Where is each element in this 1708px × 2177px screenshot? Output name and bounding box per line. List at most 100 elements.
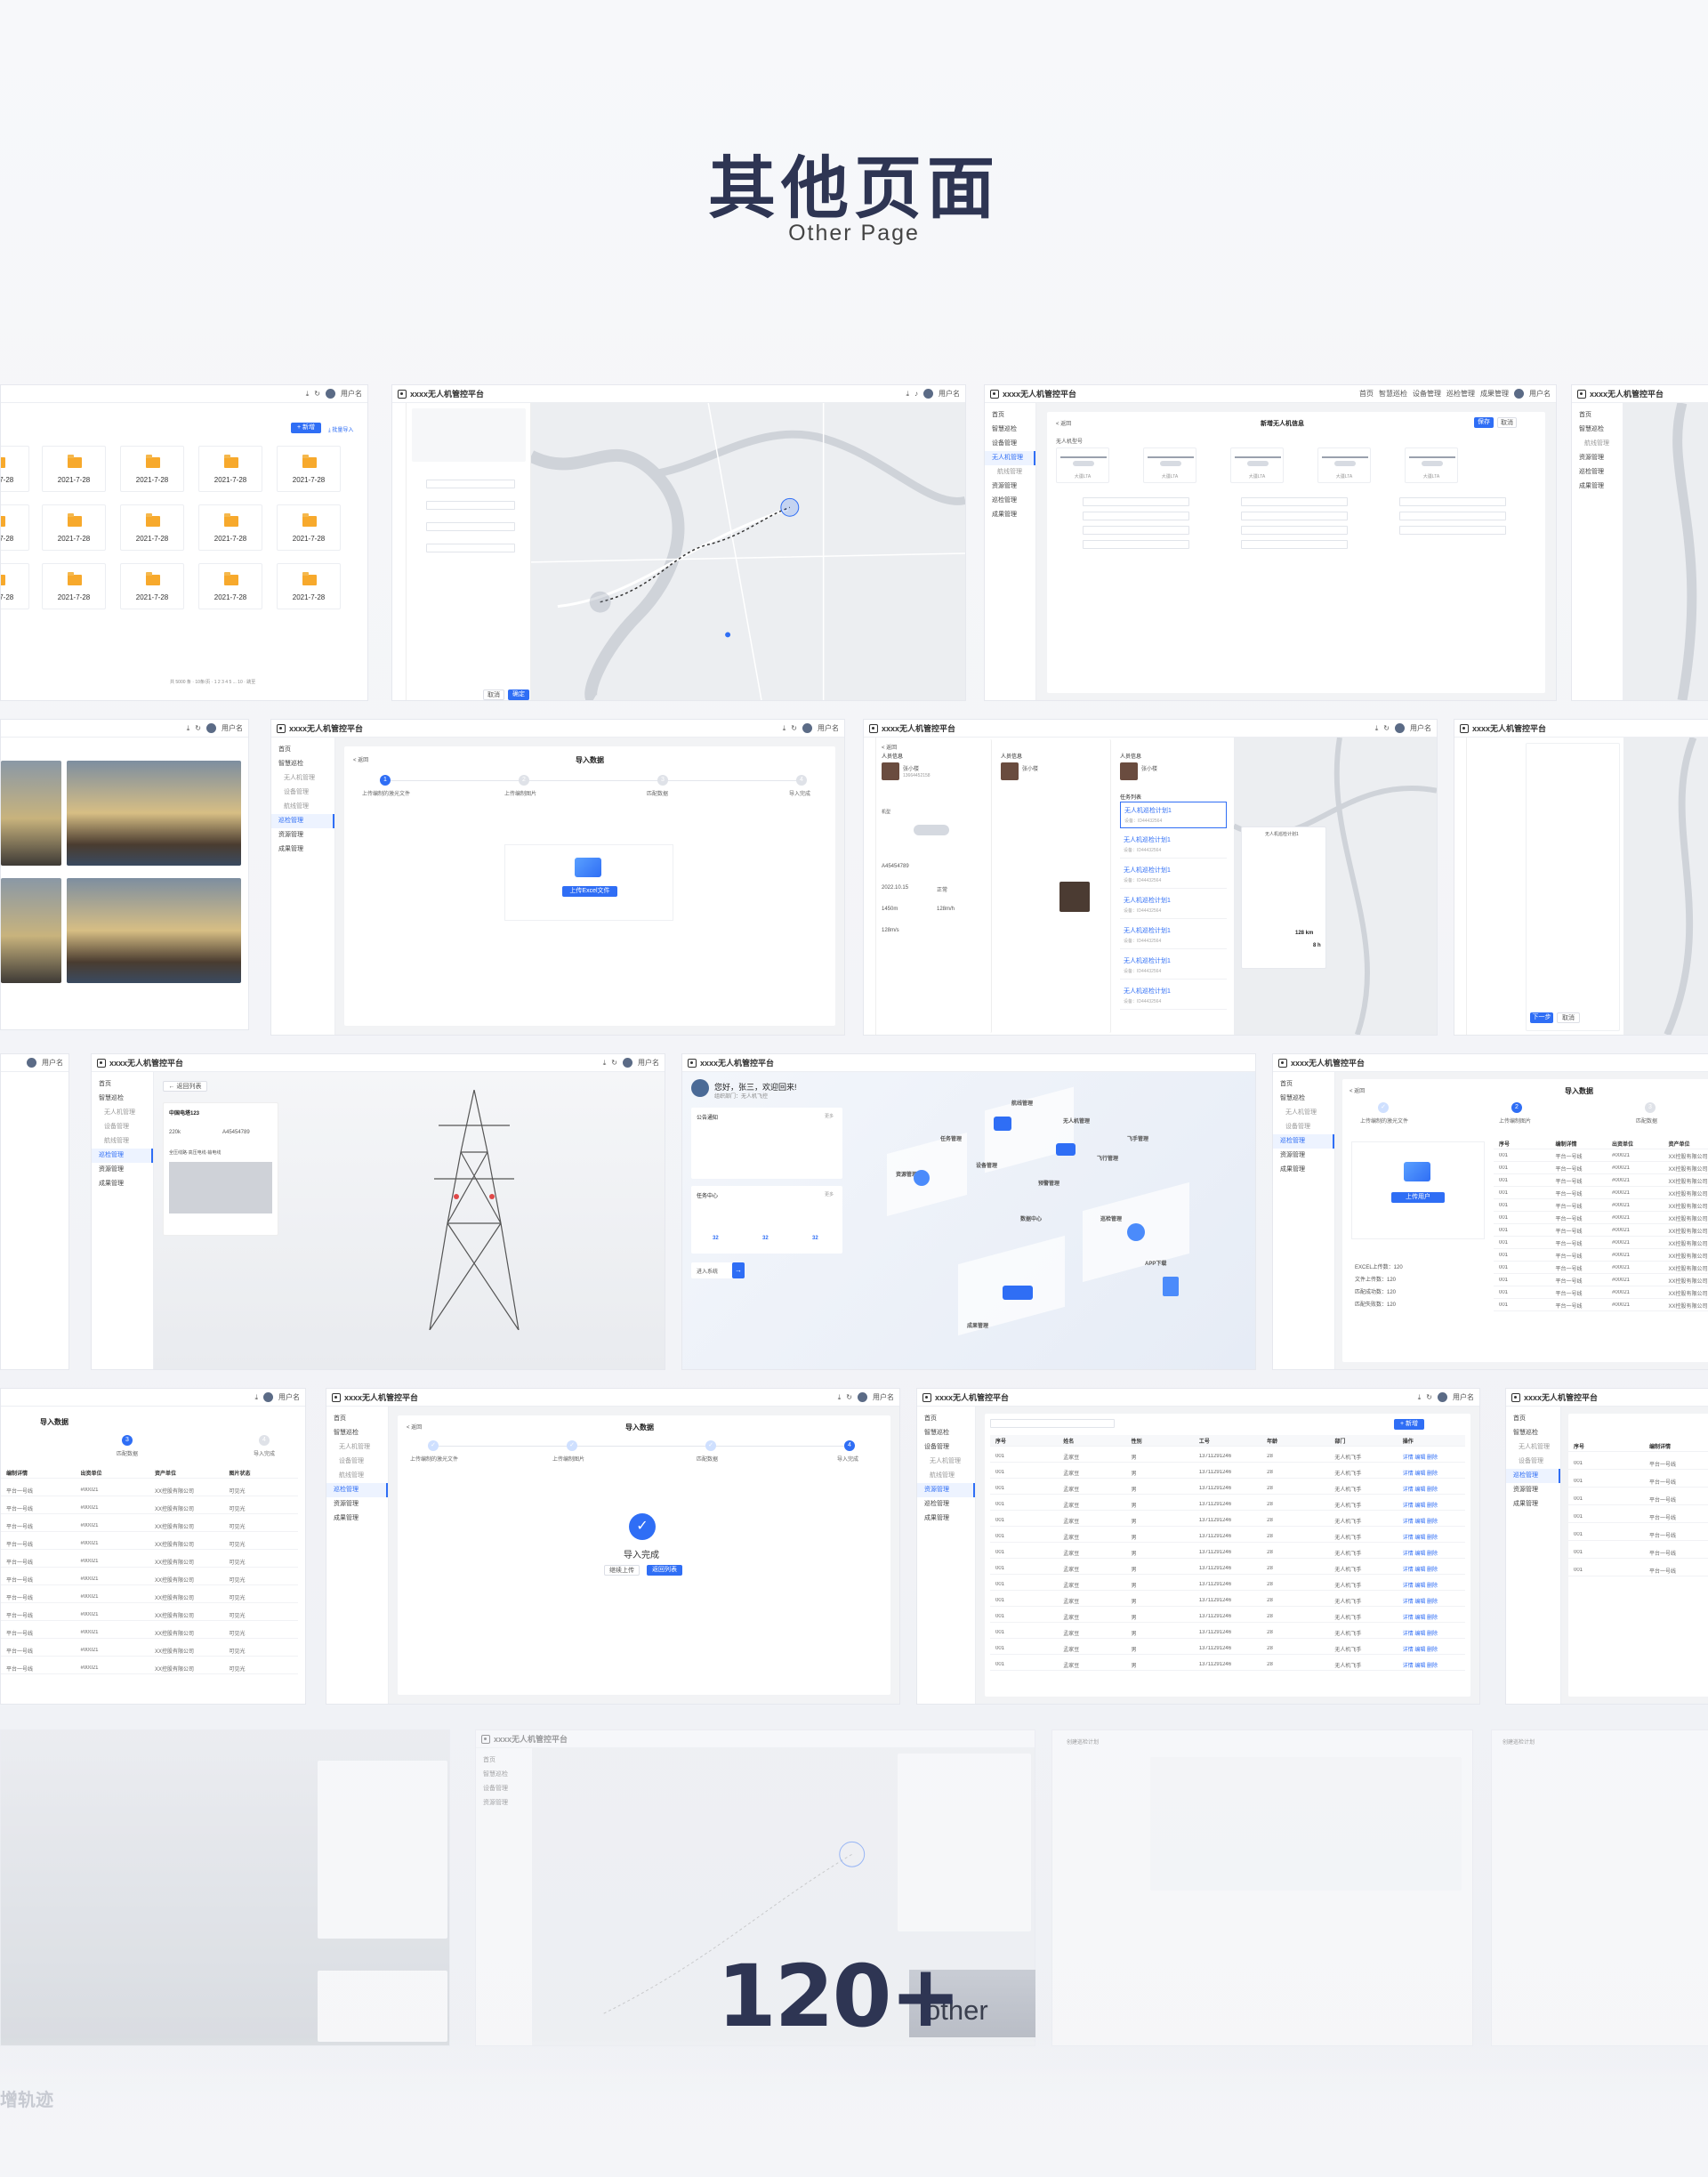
sidebar-item-routes[interactable]: 航线管理 bbox=[985, 465, 1035, 480]
refresh-icon[interactable]: ↻ bbox=[791, 724, 797, 732]
folder-item[interactable]: 2021-7-28 bbox=[198, 446, 262, 492]
folder-item[interactable]: 2021-7-28 bbox=[42, 563, 106, 609]
table-row[interactable]: 平台一号线 #00021 XX控股有限公司 可见光 bbox=[1, 1592, 298, 1603]
task-row[interactable]: 无人机巡检计划1 设备：ID44432564 bbox=[1120, 983, 1227, 1010]
nav-smart[interactable]: 智慧巡检 bbox=[1379, 389, 1407, 399]
photo-thumb[interactable] bbox=[1, 761, 61, 866]
nav-tasks[interactable]: 巡检管理 bbox=[1446, 389, 1475, 399]
table-row[interactable]: 001 平台一号线 #00021 XX控股有限公司 bbox=[1494, 1225, 1708, 1237]
cancel-button[interactable]: 取消 bbox=[1557, 1012, 1580, 1023]
checkbox-list[interactable]: 下一步 取消 bbox=[1526, 743, 1620, 1031]
refresh-icon[interactable]: ↻ bbox=[1383, 724, 1390, 732]
sidebar-item-device[interactable]: 设备管理 bbox=[985, 437, 1035, 451]
folder-item[interactable]: 2021-7-28 bbox=[42, 446, 106, 492]
drone-option[interactable]: 大疆LTA bbox=[1405, 447, 1458, 483]
table-row[interactable]: 001 平台一号线 #00021 XX控股有限公司 bbox=[1494, 1238, 1708, 1249]
table-row[interactable]: 001 孟家豆男 13711291246 28 无人机飞手 详情 编辑 删除 bbox=[990, 1515, 1465, 1527]
user-name[interactable]: 用户名 bbox=[341, 389, 362, 399]
continue-upload-button[interactable]: 继续上传 bbox=[604, 1565, 640, 1576]
input-field[interactable] bbox=[1083, 512, 1189, 520]
input-field[interactable] bbox=[1241, 540, 1348, 549]
input-field[interactable] bbox=[1083, 497, 1189, 506]
nav-home[interactable]: 首页 bbox=[1359, 389, 1374, 399]
photo-thumb[interactable] bbox=[67, 878, 241, 983]
input-field[interactable] bbox=[1241, 497, 1348, 506]
folder-item[interactable]: 2021-7-28 bbox=[120, 504, 184, 551]
sidebar-item-smart[interactable]: 智慧巡检 bbox=[271, 757, 334, 771]
upload-excel-button[interactable]: 上传Excel文件 bbox=[562, 886, 617, 897]
folder-item[interactable]: 2021-7-28 bbox=[120, 446, 184, 492]
avatar[interactable] bbox=[206, 723, 216, 733]
drone-option[interactable]: 大疆LTA bbox=[1056, 447, 1109, 483]
mini-map[interactable] bbox=[318, 1971, 447, 2042]
avatar[interactable] bbox=[858, 1392, 867, 1402]
table-row[interactable]: 001 平台一号线 bbox=[1568, 1565, 1708, 1576]
back-link[interactable]: < 返回 bbox=[1056, 419, 1071, 427]
sidebar-item-home[interactable]: 首页 bbox=[1572, 408, 1623, 423]
plan-form[interactable] bbox=[1150, 1757, 1462, 1891]
table-row[interactable]: 001 平台一号线 #00021 XX控股有限公司 bbox=[1494, 1163, 1708, 1174]
bell-icon[interactable]: ♪ bbox=[914, 390, 918, 398]
table-row[interactable]: 001 平台一号线 bbox=[1568, 1547, 1708, 1559]
add-button[interactable]: + 新增 bbox=[1394, 1419, 1424, 1430]
pagination[interactable]: 共 5000 条 · 10条/页 · 1 2 3 4 5 ... 10 · 跳至 bbox=[170, 679, 255, 685]
table-row[interactable]: 001 孟家豆男 13711291246 28 无人机飞手 详情 编辑 删除 bbox=[990, 1531, 1465, 1543]
table-row[interactable]: 平台一号线 #00021 XX控股有限公司 可见光 bbox=[1, 1556, 298, 1568]
download-icon[interactable]: ⤓ bbox=[187, 724, 190, 733]
search-input[interactable] bbox=[990, 1419, 1115, 1428]
photo-thumb[interactable] bbox=[1, 878, 61, 983]
sidebar-item-home[interactable]: 首页 bbox=[271, 743, 334, 757]
task-row[interactable]: 无人机巡检计划1 设备：ID44432564 bbox=[1120, 862, 1227, 889]
avatar[interactable] bbox=[1514, 389, 1524, 399]
table-row[interactable]: 001 孟家豆男 13711291246 28 无人机飞手 详情 编辑 删除 bbox=[990, 1467, 1465, 1479]
confirm-button[interactable]: 确定 bbox=[508, 689, 529, 700]
table-row[interactable]: 001 平台一号线 bbox=[1568, 1476, 1708, 1488]
folder-item[interactable]: 2021-7-28 bbox=[198, 504, 262, 551]
folder-item[interactable]: 2021-7-28 bbox=[198, 563, 262, 609]
avatar[interactable] bbox=[27, 1058, 36, 1068]
table-row[interactable]: 001 孟家豆男 13711291246 28 无人机飞手 详情 编辑 删除 bbox=[990, 1563, 1465, 1575]
sidebar-item-drone[interactable]: 无人机管理 bbox=[985, 451, 1035, 465]
download-icon[interactable]: ⤓ bbox=[906, 390, 909, 399]
input-field[interactable] bbox=[426, 522, 515, 531]
refresh-icon[interactable]: ↻ bbox=[314, 390, 320, 398]
drone-option[interactable]: 大疆LTA bbox=[1143, 447, 1196, 483]
download-icon[interactable]: ⤓ bbox=[783, 724, 786, 733]
avatar[interactable] bbox=[1438, 1392, 1447, 1402]
sidebar-item-smart[interactable]: 智慧巡检 bbox=[1572, 423, 1623, 437]
table-row[interactable]: 001 孟家豆男 13711291246 28 无人机飞手 详情 编辑 删除 bbox=[990, 1627, 1465, 1639]
login-form[interactable] bbox=[318, 1761, 447, 1939]
refresh-icon[interactable]: ↻ bbox=[611, 1059, 617, 1067]
table-row[interactable]: 001 孟家豆男 13711291246 28 无人机飞手 详情 编辑 删除 bbox=[990, 1659, 1465, 1671]
import-link[interactable]: ⤓ 批量导入 bbox=[328, 425, 353, 434]
table-row[interactable]: 001 平台一号线 bbox=[1568, 1512, 1708, 1523]
table-row[interactable]: 001 平台一号线 #00021 XX控股有限公司 bbox=[1494, 1250, 1708, 1262]
input-field[interactable] bbox=[1399, 512, 1506, 520]
download-icon[interactable]: ⤓ bbox=[1418, 1393, 1422, 1402]
task-row[interactable]: 无人机巡检计划1 设备：ID44432564 bbox=[1120, 892, 1227, 919]
task-row[interactable]: 无人机巡检计划1 设备：ID44432564 bbox=[1120, 802, 1227, 828]
avatar[interactable] bbox=[326, 389, 335, 399]
sidebar-item-results[interactable]: 成果管理 bbox=[985, 508, 1035, 522]
add-button[interactable]: + 新增 bbox=[291, 423, 321, 433]
table-row[interactable]: 001 孟家豆男 13711291246 28 无人机飞手 详情 编辑 删除 bbox=[990, 1595, 1465, 1607]
drone-option[interactable]: 大疆LTA bbox=[1317, 447, 1371, 483]
back-link[interactable]: < 返回 bbox=[353, 755, 368, 763]
route-form[interactable] bbox=[898, 1754, 1031, 1931]
table-row[interactable]: 001 孟家豆男 13711291246 28 无人机飞手 详情 编辑 删除 bbox=[990, 1483, 1465, 1495]
avatar[interactable] bbox=[623, 1058, 632, 1068]
table-row[interactable]: 平台一号线 #00021 XX控股有限公司 可见光 bbox=[1, 1574, 298, 1585]
input-field[interactable] bbox=[1241, 526, 1348, 535]
map-view[interactable]: 无人机巡检计划1 128 km 8 h bbox=[1234, 738, 1437, 1035]
map-view[interactable] bbox=[531, 403, 965, 700]
table-row[interactable]: 001 孟家豆男 13711291246 28 无人机飞手 详情 编辑 删除 bbox=[990, 1547, 1465, 1559]
table-row[interactable]: 001 孟家豆男 13711291246 28 无人机飞手 详情 编辑 删除 bbox=[990, 1579, 1465, 1591]
download-icon[interactable]: ⤓ bbox=[603, 1059, 607, 1068]
table-row[interactable]: 001 平台一号线 #00021 XX控股有限公司 bbox=[1494, 1275, 1708, 1286]
refresh-icon[interactable]: ↻ bbox=[846, 1393, 852, 1401]
input-field[interactable] bbox=[1241, 512, 1348, 520]
table-row[interactable]: 平台一号线 #00021 XX控股有限公司 可见光 bbox=[1, 1538, 298, 1550]
table-row[interactable]: 001 孟家豆男 13711291246 28 无人机飞手 详情 编辑 删除 bbox=[990, 1451, 1465, 1463]
back-list-button[interactable]: ← 返回列表 bbox=[163, 1081, 207, 1092]
table-row[interactable]: 001 平台一号线 #00021 XX控股有限公司 bbox=[1494, 1287, 1708, 1299]
